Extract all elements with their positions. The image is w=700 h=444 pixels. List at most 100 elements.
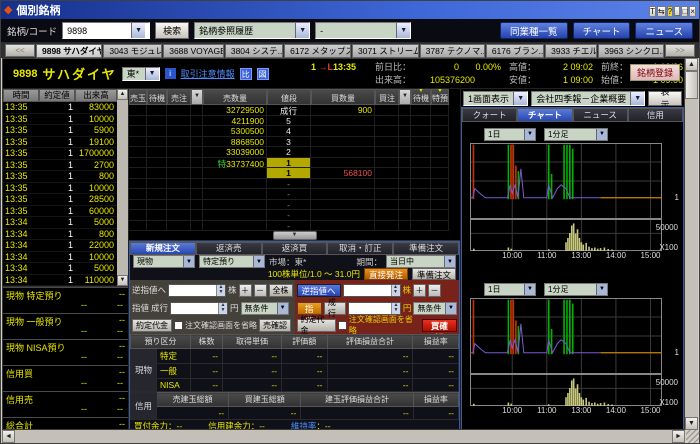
sell-confirm-button[interactable]: 売確認 [259, 319, 291, 332]
scroll-up-icon[interactable]: ▲ [117, 89, 128, 100]
board-row[interactable]: 42119005 [129, 116, 460, 127]
chart1-period-select[interactable]: 1日▼ [484, 128, 536, 141]
tape-header-cell[interactable]: 時間 [3, 89, 39, 102]
stock-tab[interactable]: 3933 チエル [545, 44, 597, 58]
board-row[interactable]: 1568100 [129, 168, 460, 179]
panel-tab[interactable]: チャート [517, 108, 572, 122]
maintenance-link[interactable]: 維持率 [291, 421, 317, 430]
board-row[interactable]: - [129, 189, 460, 200]
view-mode-select[interactable]: 1画面表示▼ [463, 91, 528, 106]
chart1-interval-select[interactable]: 1分足▼ [544, 128, 608, 141]
spinner-icon[interactable]: ▲▼ [391, 285, 400, 296]
extra-select[interactable]: - ▼ [315, 22, 411, 39]
board-row[interactable]: 53005004 [129, 126, 460, 137]
chevron-down-icon[interactable]: ▼ [131, 23, 145, 38]
sell-plus-button[interactable]: ＋ [239, 284, 252, 297]
panel-tab[interactable]: クォート [462, 108, 517, 122]
sell-qty-input[interactable]: ▲▼ [168, 284, 226, 297]
stock-tab[interactable]: 9898 サハダイヤ [36, 44, 102, 58]
direct-order-button[interactable]: 直接発注 [364, 268, 408, 280]
board-row[interactable]: - [129, 221, 460, 232]
chart2-interval-select[interactable]: 1分足▼ [544, 283, 608, 296]
chevron-down-icon[interactable]: ▼ [295, 23, 309, 38]
sell-all-button[interactable]: 全株 [269, 284, 293, 297]
stock-tab[interactable]: 3787 テクノマ... [420, 44, 485, 58]
chart2-period-select[interactable]: 1日▼ [484, 283, 536, 296]
search-button[interactable]: 検索 [155, 22, 189, 39]
order-tab[interactable]: 返済売 [196, 242, 262, 255]
board-row[interactable]: 特337374001 [129, 158, 460, 169]
stock-tab[interactable]: 3071 ストリーム [352, 44, 419, 58]
stock-tab[interactable]: 3043 モジュレ [103, 44, 162, 58]
board-row[interactable]: - [129, 179, 460, 190]
history-select[interactable]: 銘柄参照履歴 ▼ [194, 22, 310, 39]
code-combo[interactable]: ▼ [62, 22, 150, 39]
buy-skip-confirm-checkbox[interactable] [338, 321, 347, 330]
report-select[interactable]: 会社四季報－企業概要▼ [531, 91, 645, 106]
buy-price-input[interactable]: ▲▼ [348, 302, 401, 315]
buy-condition-select[interactable]: 無条件▼ [413, 302, 457, 315]
order-tab[interactable]: 新規注文 [130, 242, 196, 255]
stock-tab[interactable]: 3688 VOYAGE [163, 44, 224, 58]
buy-confirm-button[interactable]: 買確認 [422, 319, 457, 332]
toolbar-toggle-button[interactable]: T [649, 6, 656, 17]
chevron-down-icon[interactable]: ▼ [513, 92, 527, 105]
board-row[interactable]: 88685003 [129, 137, 460, 148]
stock-tab[interactable]: 3804 システ... [225, 44, 283, 58]
help-button[interactable]: ? [667, 6, 673, 17]
board-row[interactable]: 32729500成行900 [129, 105, 460, 116]
scrollbar-thumb[interactable] [685, 71, 698, 99]
prepare-order-button[interactable]: 準備注文 [412, 268, 456, 280]
buy-market-button[interactable]: 成行 [324, 302, 346, 315]
horizontal-scrollbar[interactable]: ◄ ► [2, 430, 685, 443]
scroll-right-icon[interactable]: ► [672, 430, 685, 443]
chevron-down-icon[interactable]: ▼ [145, 68, 159, 80]
scroll-up-icon[interactable]: ▲ [685, 58, 698, 71]
order-tab[interactable]: 準備注文 [393, 242, 459, 255]
compare-icon[interactable]: 比 [240, 68, 252, 80]
next-tabs-button[interactable]: >> [665, 44, 695, 57]
period-select[interactable]: 当日中▼ [386, 255, 456, 268]
buy-limit-button[interactable]: 指値 [297, 302, 322, 315]
chevron-down-icon[interactable]: ▼ [396, 23, 410, 38]
buy-stop-button[interactable]: 逆指値へ [297, 284, 341, 297]
scroll-down-icon[interactable]: ▼ [117, 275, 128, 286]
news-window-button[interactable]: ニュース [635, 22, 693, 39]
deposit-type-select[interactable]: 特定預り▼ [199, 255, 265, 268]
show-button[interactable]: 表示 [648, 91, 682, 106]
buy-qty-input[interactable]: ▲▼ [343, 284, 401, 297]
resize-grip[interactable] [686, 430, 699, 443]
scroll-left-icon[interactable]: ◄ [2, 430, 15, 443]
chevron-down-icon[interactable]: ▼ [630, 92, 644, 105]
sell-condition-select[interactable]: 無条件▼ [241, 302, 289, 315]
sort-arrow-button[interactable]: ▼ [399, 89, 411, 105]
buy-plus-button[interactable]: ＋ [413, 284, 426, 297]
board-row[interactable]: - [129, 200, 460, 211]
sell-skip-confirm-checkbox[interactable] [174, 321, 183, 330]
industry-list-button[interactable]: 同業種一覧 [500, 22, 568, 39]
time-sales-scrollbar[interactable]: ▲ ▼ [117, 89, 128, 286]
buy-amount-button[interactable]: 約定代金 [297, 319, 337, 332]
vertical-scrollbar[interactable]: ▲ ▼ [685, 58, 698, 430]
board-compress-button[interactable]: ▼ [273, 231, 317, 240]
chart-icon[interactable]: 図 [257, 68, 269, 80]
panel-tab[interactable]: 信用 [628, 108, 683, 122]
stock-tab[interactable]: 6172 メタップス [284, 44, 351, 58]
maximize-button[interactable]: □ [681, 6, 688, 17]
buy-minus-button[interactable]: － [428, 284, 441, 297]
trade-caution-link[interactable]: 取引注意情報 [181, 67, 235, 80]
order-type-select[interactable]: 現物▼ [133, 255, 195, 268]
tape-header-cell[interactable]: 約定値 [39, 89, 75, 102]
board-row[interactable]: - [129, 210, 460, 221]
register-stock-button[interactable]: 銘柄登録 [630, 64, 680, 81]
tape-header-cell[interactable]: 出来高 [75, 89, 117, 102]
stock-tab[interactable]: 3963 シンクロ... [598, 44, 664, 58]
detach-button[interactable]: ⇆ [657, 6, 666, 17]
order-tab[interactable]: 取消・訂正 [327, 242, 393, 255]
close-button[interactable]: × [689, 6, 696, 17]
sell-minus-button[interactable]: － [254, 284, 267, 297]
minimize-button[interactable]: _ [674, 6, 680, 17]
spinner-icon[interactable]: ▲▼ [216, 285, 225, 296]
spinner-icon[interactable]: ▲▼ [218, 303, 227, 314]
code-input[interactable] [63, 26, 131, 36]
